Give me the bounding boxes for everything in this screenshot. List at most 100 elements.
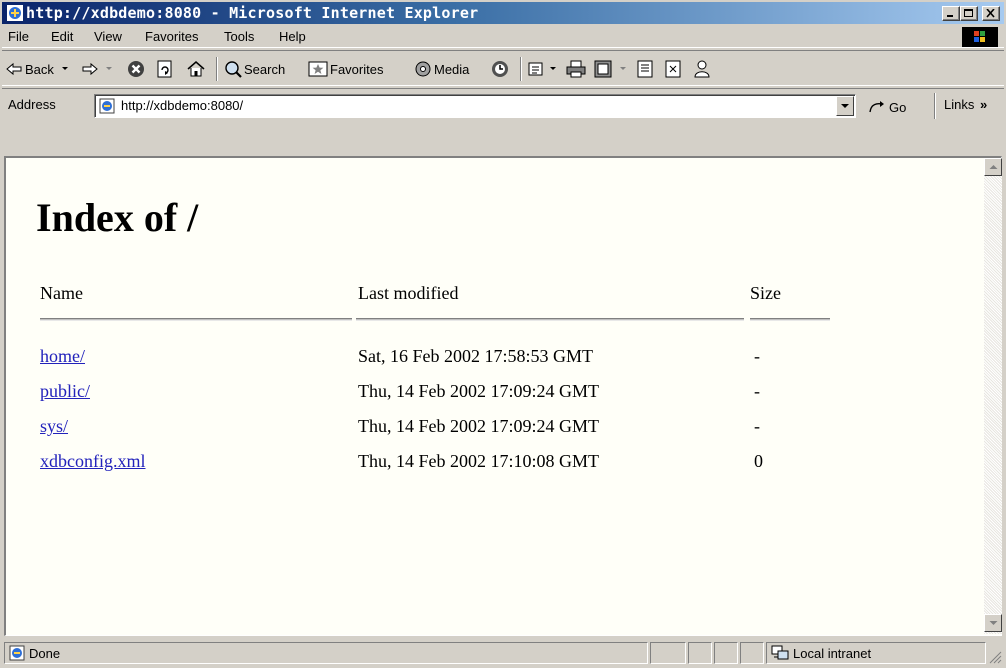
title-bar[interactable]: http://xdbdemo:8080 - Microsoft Internet… (2, 2, 1004, 24)
last-modified-cell: Thu, 14 Feb 2002 17:09:24 GMT (358, 416, 599, 436)
resize-grip-icon (989, 651, 1002, 664)
discuss-icon (637, 60, 653, 78)
vertical-scrollbar[interactable] (984, 158, 1002, 634)
back-arrow-icon (6, 62, 22, 76)
back-button[interactable]: Back (6, 58, 70, 80)
refresh-button[interactable] (156, 58, 174, 80)
maximize-button[interactable] (960, 6, 978, 21)
search-icon (225, 61, 242, 78)
column-divider (750, 318, 830, 321)
chevron-down-icon (61, 67, 68, 70)
file-link-sys[interactable]: sys/ (40, 416, 68, 437)
link-text[interactable]: home/ (40, 346, 85, 366)
address-label: Address (8, 97, 56, 112)
minimize-icon (947, 15, 953, 17)
go-arrow-icon (869, 101, 884, 113)
stop-button[interactable] (126, 58, 146, 80)
windows-logo-throbber (962, 27, 998, 47)
page-icon (99, 98, 115, 117)
page-icon (9, 645, 25, 661)
status-bar: Done Local intranet (2, 640, 1004, 666)
mail-button[interactable] (528, 58, 558, 80)
link-text[interactable]: sys/ (40, 416, 68, 436)
edit-button[interactable] (594, 58, 628, 80)
link-text[interactable]: public/ (40, 381, 90, 401)
messenger-button[interactable] (692, 58, 712, 80)
links-label: Links (944, 97, 975, 112)
chevron-down-icon (989, 621, 998, 625)
address-bar: Address http://xdbdemo:8080/ Go Links » (2, 88, 1004, 122)
last-modified-cell: Thu, 14 Feb 2002 17:10:08 GMT (358, 451, 599, 471)
column-divider (356, 318, 744, 321)
link-text[interactable]: xdbconfig.xml (40, 451, 146, 471)
refresh-icon (157, 60, 172, 78)
links-button[interactable]: Links » (944, 97, 987, 112)
menu-view[interactable]: View (94, 29, 122, 44)
print-button[interactable] (566, 58, 586, 80)
media-icon (415, 61, 431, 77)
file-link-xdbconfig[interactable]: xdbconfig.xml (40, 451, 146, 472)
page-title: Index of / (36, 195, 199, 240)
print-icon (566, 60, 586, 78)
status-main-pane: Done (4, 642, 648, 664)
minimize-button[interactable] (942, 6, 960, 21)
file-link-public[interactable]: public/ (40, 381, 90, 402)
local-intranet-icon (771, 645, 789, 660)
favorites-label: Favorites (330, 61, 384, 77)
menu-file[interactable]: File (8, 29, 29, 44)
chevron-down-icon (841, 104, 849, 108)
messenger-icon (694, 60, 710, 78)
mail-icon (528, 62, 543, 76)
maximize-icon (964, 9, 973, 17)
chevron-down-icon (550, 67, 556, 70)
file-link-home[interactable]: home/ (40, 346, 85, 367)
home-icon (187, 61, 205, 77)
size-cell: - (754, 416, 760, 436)
internet-explorer-icon[interactable] (7, 5, 23, 21)
page-viewport: Index of / Name Last modified Size home/… (4, 156, 1002, 636)
chevron-down-icon (106, 67, 112, 70)
research-button[interactable] (664, 58, 682, 80)
zone-text: Local intranet (793, 646, 872, 661)
menu-bar: File Edit View Favorites Tools Help (2, 26, 1004, 48)
browser-window: http://xdbdemo:8080 - Microsoft Internet… (0, 0, 1006, 668)
history-button[interactable] (490, 58, 510, 80)
column-divider (40, 318, 352, 321)
media-button[interactable]: Media (414, 58, 469, 80)
discuss-button[interactable] (636, 58, 654, 80)
address-field[interactable]: http://xdbdemo:8080/ (94, 94, 856, 118)
status-text: Done (29, 646, 61, 661)
search-label: Search (244, 61, 286, 77)
standard-toolbar: Back Search Favorites Media (2, 50, 1004, 86)
status-pane (714, 642, 738, 664)
home-button[interactable] (186, 58, 206, 80)
chevron-up-icon (989, 165, 998, 169)
column-header-size: Size (750, 283, 781, 303)
status-zone-pane: Local intranet (766, 642, 986, 664)
chevron-right-icon: » (979, 97, 988, 112)
go-button[interactable]: Go (868, 96, 906, 118)
page-content: Index of / Name Last modified Size home/… (6, 158, 982, 634)
address-url[interactable]: http://xdbdemo:8080/ (121, 98, 243, 113)
scroll-down-button[interactable] (984, 614, 1002, 632)
close-icon (986, 9, 995, 18)
search-button[interactable]: Search (224, 58, 285, 80)
favorites-button[interactable]: Favorites (308, 58, 383, 80)
status-pane (740, 642, 764, 664)
media-label: Media (434, 61, 470, 77)
last-modified-cell: Thu, 14 Feb 2002 17:09:24 GMT (358, 381, 599, 401)
menu-edit[interactable]: Edit (51, 29, 73, 44)
column-header-last-modified: Last modified (358, 283, 459, 303)
toolbar-separator (216, 57, 218, 81)
window-title: http://xdbdemo:8080 - Microsoft Internet… (26, 4, 479, 22)
menu-tools[interactable]: Tools (224, 29, 254, 44)
stop-icon (128, 61, 144, 77)
scroll-up-button[interactable] (984, 158, 1002, 176)
menu-help[interactable]: Help (279, 29, 306, 44)
menu-favorites[interactable]: Favorites (145, 29, 198, 44)
status-pane (650, 642, 686, 664)
address-dropdown-button[interactable] (836, 96, 854, 116)
forward-button[interactable] (82, 58, 114, 80)
toolbar-separator (520, 57, 522, 81)
close-button[interactable] (982, 6, 1000, 21)
